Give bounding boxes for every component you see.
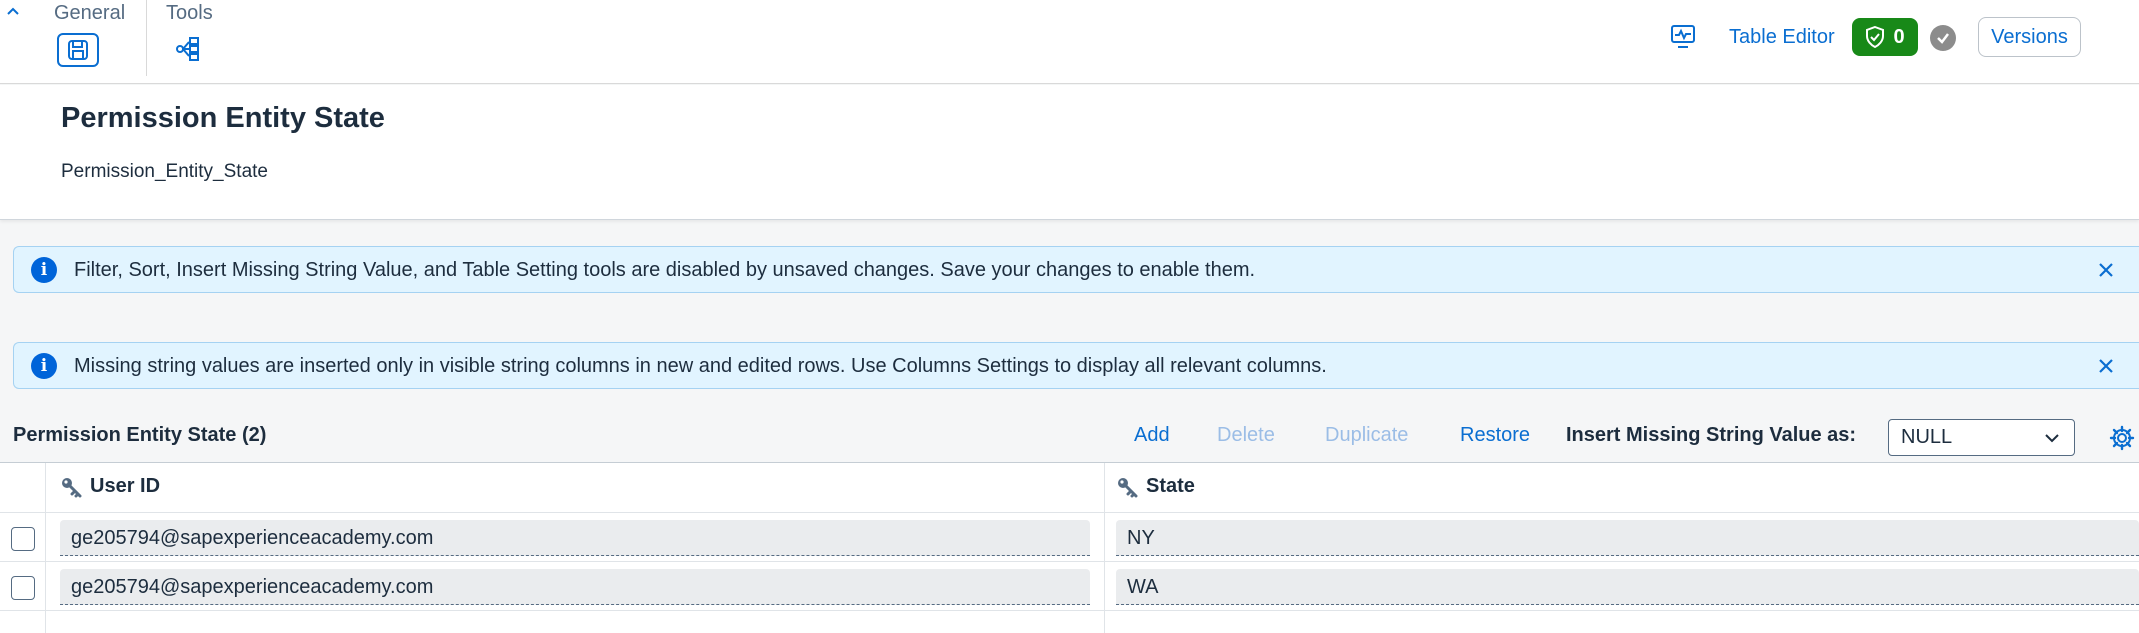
- key-icon: [1118, 477, 1138, 497]
- state-input[interactable]: WA: [1116, 569, 2139, 605]
- column-header-state[interactable]: State: [1116, 475, 1195, 498]
- delete-button[interactable]: Delete: [1217, 424, 1275, 447]
- user-id-input[interactable]: ge205794@sapexperienceacademy.com: [60, 569, 1090, 605]
- validation-count: 0: [1893, 25, 1905, 48]
- insert-missing-string-select[interactable]: NULL: [1888, 419, 2075, 456]
- table-row: ge205794@sapexperienceacademy.com WA: [0, 562, 2139, 611]
- info-message-strip: i Missing string values are inserted onl…: [13, 342, 2139, 389]
- insert-missing-string-label: Insert Missing String Value as:: [1566, 424, 1857, 446]
- monitor-button[interactable]: [1668, 22, 1698, 52]
- column-header-user-id[interactable]: User ID: [60, 475, 160, 498]
- information-icon: i: [31, 353, 57, 379]
- page-subtitle: Permission_Entity_State: [61, 161, 268, 182]
- insert-missing-string-value: NULL: [1901, 426, 1953, 448]
- column-label: User ID: [90, 475, 161, 497]
- table-row: ge205794@sapexperienceacademy.com NY: [0, 513, 2139, 562]
- information-icon: i: [31, 257, 57, 283]
- versions-button[interactable]: Versions: [1978, 17, 2081, 57]
- key-icon: [62, 477, 82, 497]
- toolbar-group-tools: Tools: [166, 0, 226, 76]
- close-icon[interactable]: [2093, 353, 2119, 379]
- page-title: Permission Entity State: [61, 102, 385, 134]
- monitor-icon: [1671, 25, 1695, 48]
- toolbar-separator: [146, 0, 147, 76]
- state-input[interactable]: NY: [1116, 520, 2139, 556]
- collapse-chevron-up-icon[interactable]: [6, 4, 20, 22]
- validation-status-badge[interactable]: 0: [1852, 18, 1918, 56]
- table-title: Permission Entity State (2): [13, 424, 267, 446]
- group-label-general: General: [54, 2, 126, 24]
- save-icon: [68, 40, 88, 60]
- info-message-text: Filter, Sort, Insert Missing String Valu…: [74, 259, 1256, 281]
- status-checkmark-icon: [1930, 25, 1956, 51]
- row-select-checkbox[interactable]: [11, 576, 35, 600]
- group-label-tools: Tools: [166, 2, 213, 24]
- object-header: Permission Entity State Permission_Entit…: [0, 85, 2139, 220]
- settings-gear-icon[interactable]: [2109, 425, 2135, 451]
- column-label: State: [1146, 475, 1195, 497]
- shield-check-icon: [1866, 26, 1885, 48]
- row-select-checkbox[interactable]: [11, 527, 35, 551]
- save-button[interactable]: [57, 33, 99, 67]
- restore-button[interactable]: Restore: [1460, 424, 1530, 447]
- info-message-strip: i Filter, Sort, Insert Missing String Va…: [13, 246, 2139, 293]
- close-icon[interactable]: [2093, 257, 2119, 283]
- chevron-down-icon: [2045, 434, 2059, 443]
- data-table: User ID State ge205794@sapexperienceacad…: [0, 462, 2139, 633]
- hierarchy-icon: [176, 37, 199, 61]
- table-editor-button[interactable]: Table Editor: [1729, 22, 1835, 52]
- duplicate-button[interactable]: Duplicate: [1325, 424, 1408, 447]
- toolbar: General Tools Table Editor 0 Versions: [0, 0, 2139, 84]
- table-header-row: User ID State: [0, 463, 2139, 513]
- add-button[interactable]: Add: [1134, 424, 1170, 447]
- hierarchy-button[interactable]: [174, 34, 204, 64]
- info-message-text: Missing string values are inserted only …: [74, 355, 1327, 377]
- toolbar-group-general: General: [54, 0, 146, 76]
- user-id-input[interactable]: ge205794@sapexperienceacademy.com: [60, 520, 1090, 556]
